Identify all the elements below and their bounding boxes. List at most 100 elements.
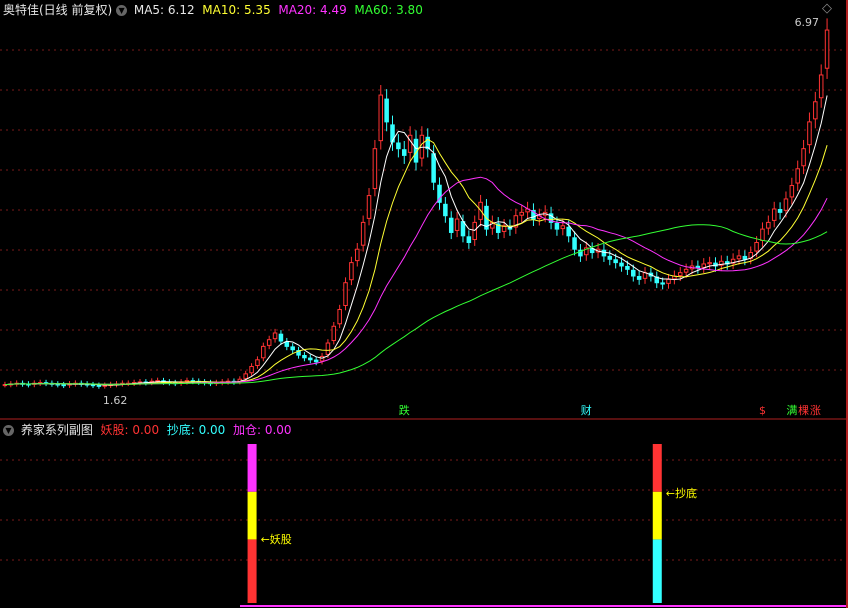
candle-body xyxy=(766,221,771,229)
candle-body xyxy=(801,148,806,167)
signal-label: $ xyxy=(759,404,766,417)
candle-body xyxy=(325,342,331,355)
candle-body xyxy=(460,221,466,237)
signal-label: 涨 xyxy=(810,404,821,417)
candle-body xyxy=(290,346,295,351)
candle-body xyxy=(331,325,337,342)
ma60-value: 3.80 xyxy=(396,3,423,17)
chaodi-value: 0.00 xyxy=(198,423,226,437)
candle-body xyxy=(636,276,642,280)
signal-label: 跌 xyxy=(399,403,410,417)
candle-body xyxy=(272,332,278,340)
stock-title: 奥特佳(日线 前复权) xyxy=(3,3,113,17)
candle-body xyxy=(366,195,372,219)
ma60-line xyxy=(4,224,828,386)
settings-icon[interactable]: ◇ xyxy=(822,1,832,17)
candle-body xyxy=(302,355,307,359)
candle-body xyxy=(308,357,313,361)
candle-body xyxy=(783,198,789,211)
signal-label: 棵 xyxy=(798,403,809,417)
candle-body xyxy=(519,211,524,216)
candle-body xyxy=(736,255,742,260)
candle-body xyxy=(760,228,765,241)
candle-body xyxy=(355,248,360,262)
ma60-label: MA60: xyxy=(354,3,393,17)
candle-body xyxy=(566,226,571,237)
ma10-label: MA10: xyxy=(202,3,241,17)
candle-body xyxy=(255,359,260,366)
low-price-label: 1.62 xyxy=(103,394,128,407)
candle-body xyxy=(824,29,830,69)
candle-body xyxy=(454,218,460,231)
candle-body xyxy=(61,384,66,387)
candle-body xyxy=(396,142,401,150)
candle-body xyxy=(625,265,630,270)
ma20-value: 4.49 xyxy=(320,3,347,17)
chevron-down-icon[interactable]: ▼ xyxy=(3,425,14,436)
sub-bar-label: ←妖股 xyxy=(261,532,292,546)
candle-body xyxy=(401,149,407,156)
main-header: 奥特佳(日线 前复权) ▼ MA5: 6.12 MA10: 5.35 MA20:… xyxy=(3,2,423,18)
candle-body xyxy=(249,365,254,374)
candle-body xyxy=(266,339,272,346)
chaodi-label: 抄底: xyxy=(166,423,195,437)
jiacang-value: 0.00 xyxy=(264,423,292,437)
candle-body xyxy=(619,262,624,267)
yaogu-label: 妖股: xyxy=(100,423,129,437)
candle-body xyxy=(349,262,354,281)
jiacang-label: 加仓: xyxy=(232,423,261,437)
candle-body xyxy=(407,134,413,153)
candle-body xyxy=(384,98,389,123)
candle-body xyxy=(243,373,248,379)
signal-bar-segment xyxy=(247,444,257,492)
candle-body xyxy=(337,309,342,325)
candle-body xyxy=(90,384,96,387)
stock-chart: 6.97 1.62 跌 财 $ 满棵涨 ←妖股 ←抄底 xyxy=(0,0,848,608)
signal-bar-segment xyxy=(247,491,257,540)
candle-body xyxy=(466,236,472,244)
candle-body xyxy=(818,74,824,99)
candle-body xyxy=(448,217,454,233)
candle-body xyxy=(666,278,671,284)
candle-body xyxy=(807,121,812,146)
candle-body xyxy=(343,282,348,307)
candle-body xyxy=(431,153,436,183)
candle-body xyxy=(707,262,712,265)
candle-body xyxy=(278,333,284,342)
candle-body xyxy=(683,268,689,273)
candle-body xyxy=(613,259,618,264)
yaogu-value: 0.00 xyxy=(132,423,160,437)
candle-body xyxy=(777,209,783,213)
candle-body xyxy=(443,203,448,217)
candle-body xyxy=(660,282,665,285)
signal-label: 财 xyxy=(581,403,592,417)
candle-body xyxy=(554,222,560,230)
candle-body xyxy=(789,185,795,198)
ma20-line xyxy=(4,176,828,386)
ma5-value: 6.12 xyxy=(167,3,195,17)
signal-bar-segment xyxy=(652,444,662,492)
sub-bar-label: ←抄底 xyxy=(666,486,697,500)
chevron-down-icon[interactable]: ▼ xyxy=(116,5,128,16)
candle-body xyxy=(313,359,319,363)
candle-body xyxy=(472,221,477,240)
ma5-label: MA5: xyxy=(133,3,165,17)
signal-bar-segment xyxy=(652,539,662,603)
candle-body xyxy=(754,242,759,252)
candle-body xyxy=(572,237,577,250)
candle-body xyxy=(284,341,290,347)
sub-header: ▼ 养家系列副图 妖股: 0.00 抄底: 0.00 加仓: 0.00 xyxy=(3,422,292,438)
signal-label: 满 xyxy=(786,404,797,417)
candle-body xyxy=(742,255,748,260)
candle-body xyxy=(601,249,607,257)
candle-body xyxy=(96,384,102,387)
ma10-value: 5.35 xyxy=(243,3,271,17)
signal-bar-segment xyxy=(247,539,257,603)
candle-body xyxy=(261,345,266,359)
candle-body xyxy=(795,168,800,184)
candle-body xyxy=(560,225,566,230)
candle-body xyxy=(360,221,366,246)
candle-body xyxy=(701,263,707,268)
ma20-label: MA20: xyxy=(278,3,317,17)
candle-body xyxy=(771,208,777,221)
